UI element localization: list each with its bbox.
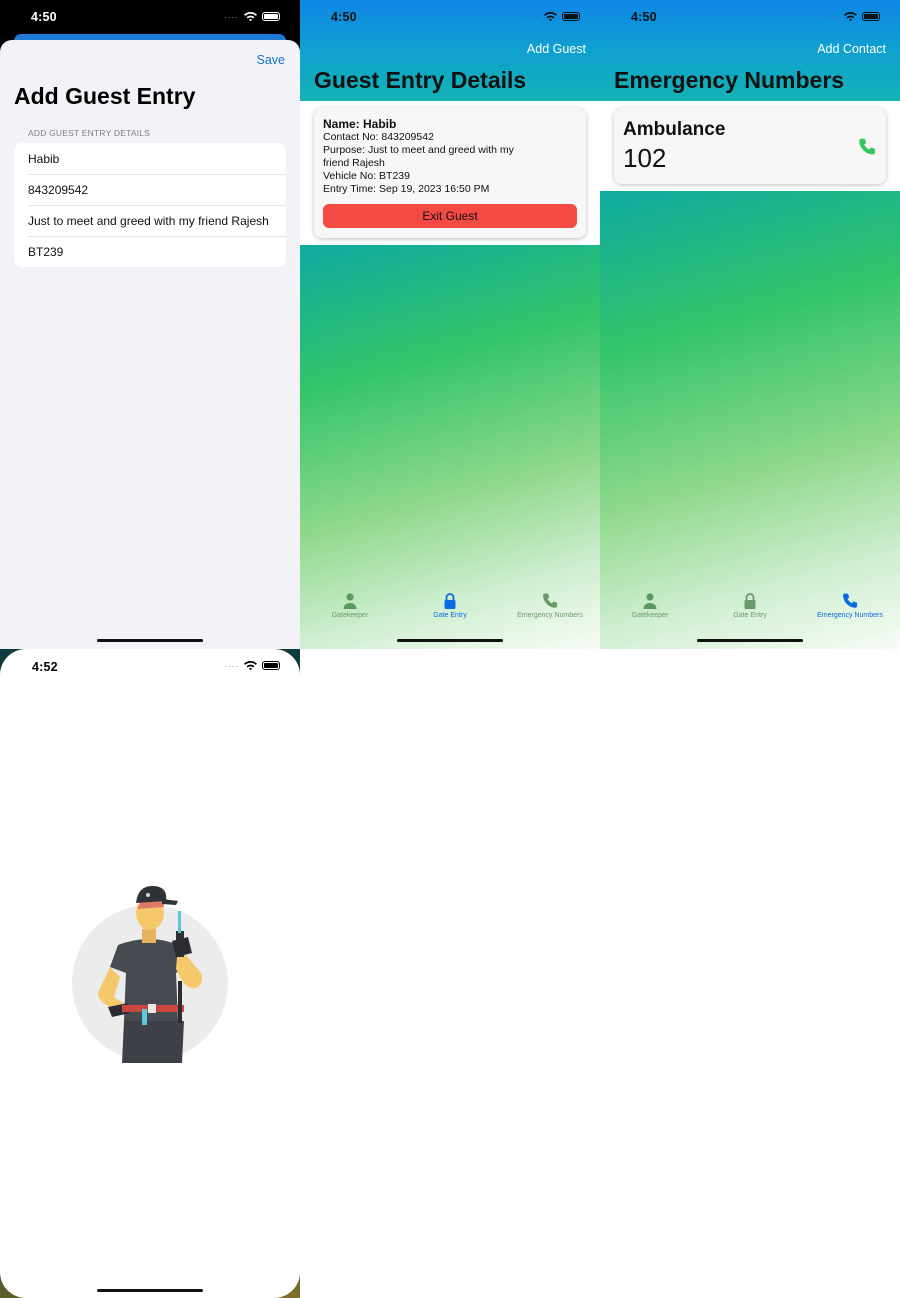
guest-name: Name: Habib <box>323 117 397 131</box>
status-time: 4:52 <box>32 660 58 674</box>
tab-gatekeeper[interactable]: Gatekeeper <box>600 592 700 626</box>
contact-number: 102 <box>623 143 667 173</box>
battery-icon <box>262 12 280 21</box>
lock-icon <box>444 593 456 609</box>
battery-icon <box>562 12 580 21</box>
section-header: ADD GUEST ENTRY DETAILS <box>28 128 151 138</box>
status-icons: ···· <box>224 11 280 22</box>
splash-background: 4:52 ···· <box>0 649 300 1298</box>
tab-label: Emergency Numbers <box>517 612 583 619</box>
battery-icon <box>262 661 280 670</box>
home-indicator <box>97 1289 203 1292</box>
tab-label: Gatekeeper <box>331 612 369 619</box>
tab-gate-entry[interactable]: Gate Entry <box>700 592 800 626</box>
home-indicator <box>97 639 203 642</box>
guest-form: Habib 843209542 Just to meet and greed w… <box>14 143 286 267</box>
guest-details-screen: 4:50 ···· Add Guest Guest Entry Details … <box>300 0 600 649</box>
lock-icon <box>744 593 756 609</box>
tab-label: Gate Entry <box>433 612 467 619</box>
exit-guest-button[interactable]: Exit Guest <box>323 204 577 228</box>
wifi-icon <box>844 11 857 21</box>
tab-label: Emergency Numbers <box>817 612 883 619</box>
tab-bar: Gatekeeper Gate Entry Emergency Numbers <box>300 592 600 626</box>
person-icon <box>643 593 657 609</box>
guest-vehicle: Vehicle No: BT239 <box>323 170 410 182</box>
contact-card[interactable]: Ambulance 102 <box>614 108 886 184</box>
status-icons: ···· <box>524 11 580 22</box>
home-indicator <box>397 639 503 642</box>
cellular-icon: ···· <box>824 13 839 22</box>
wifi-icon <box>544 11 557 21</box>
status-icons: ···· <box>224 660 280 671</box>
emergency-numbers-screen: 4:50 ···· Add Contact Emergency Numbers … <box>600 0 900 649</box>
vehicle-field[interactable]: BT239 <box>14 236 286 267</box>
wifi-icon <box>244 11 257 21</box>
call-icon[interactable] <box>857 137 877 157</box>
guest-purpose: Purpose: Just to meet and greed with my … <box>323 144 514 169</box>
gradient-background <box>300 245 600 649</box>
home-indicator <box>697 639 803 642</box>
tab-emergency-numbers[interactable]: Emergency Numbers <box>500 592 600 626</box>
status-time: 4:50 <box>331 10 357 24</box>
tab-label: Gatekeeper <box>631 612 669 619</box>
cellular-icon: ···· <box>524 13 539 22</box>
wifi-icon <box>244 660 257 670</box>
page-title: Add Guest Entry <box>14 83 196 109</box>
tab-gatekeeper[interactable]: Gatekeeper <box>300 592 400 626</box>
tab-gate-entry[interactable]: Gate Entry <box>400 592 500 626</box>
gradient-background <box>600 191 900 649</box>
battery-icon <box>862 12 880 21</box>
contact-name: Ambulance <box>623 119 726 140</box>
modal-sheet: Save Add Guest Entry ADD GUEST ENTRY DET… <box>0 40 300 649</box>
phone-icon <box>543 593 558 608</box>
page-title: Guest Entry Details <box>314 67 527 93</box>
status-bar: 4:50 ···· <box>600 0 900 36</box>
status-bar: 4:50 ···· <box>0 0 300 36</box>
status-time: 4:50 <box>631 10 657 24</box>
save-button[interactable]: Save <box>257 53 286 67</box>
guest-contact: Contact No: 843209542 <box>323 131 434 143</box>
person-icon <box>343 593 357 609</box>
security-guard-illustration <box>72 885 228 1063</box>
contact-field[interactable]: 843209542 <box>14 174 286 205</box>
tab-label: Gate Entry <box>733 612 767 619</box>
guest-entry-time: Entry Time: Sep 19, 2023 16:50 PM <box>323 183 490 195</box>
tab-bar: Gatekeeper Gate Entry Emergency Numbers <box>600 592 900 626</box>
cellular-icon: ···· <box>224 662 239 671</box>
add-contact-button[interactable]: Add Contact <box>817 42 886 56</box>
splash-screen: 4:52 ···· <box>0 649 300 1298</box>
name-field[interactable]: Habib <box>14 143 286 174</box>
purpose-field[interactable]: Just to meet and greed with my friend Ra… <box>14 205 286 236</box>
tab-emergency-numbers[interactable]: Emergency Numbers <box>800 592 900 626</box>
guest-card: Name: Habib Contact No: 843209542 Purpos… <box>314 108 586 238</box>
add-guest-button[interactable]: Add Guest <box>527 42 586 56</box>
status-time: 4:50 <box>31 10 57 24</box>
status-bar: 4:52 ···· <box>0 649 300 685</box>
add-guest-screen: 4:50 ···· Save Add Guest Entry ADD GUEST… <box>0 0 300 649</box>
cellular-icon: ···· <box>224 13 239 22</box>
phone-icon <box>843 593 858 608</box>
page-title: Emergency Numbers <box>614 67 845 93</box>
status-icons: ···· <box>824 11 880 22</box>
status-bar: 4:50 ···· <box>300 0 600 36</box>
